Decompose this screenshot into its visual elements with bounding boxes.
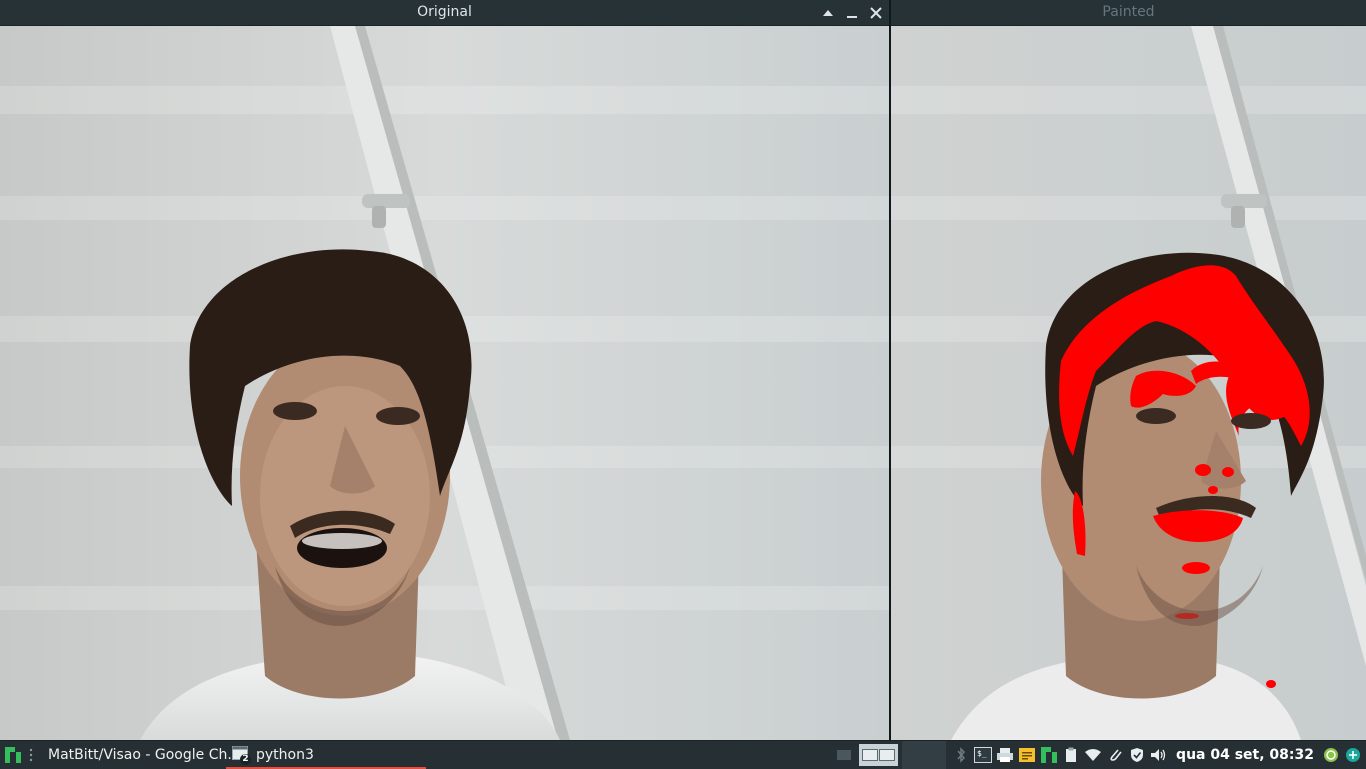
volume-icon[interactable]: [1148, 741, 1170, 769]
update-icon[interactable]: [1320, 741, 1342, 769]
tray-spacer: [902, 741, 947, 769]
painted-window-title: Painted: [1102, 4, 1155, 20]
task-python3-label: python3: [256, 747, 314, 763]
network-icon[interactable]: [1342, 741, 1364, 769]
wifi-icon[interactable]: [1082, 741, 1104, 769]
webcam-frame-painted: [891, 26, 1366, 740]
task-chrome[interactable]: MatBitt/Visao - Google Ch...: [36, 741, 241, 769]
painted-window[interactable]: Painted: [891, 0, 1366, 740]
manjaro-logo-icon: [5, 747, 21, 763]
painted-titlebar[interactable]: Painted: [891, 0, 1366, 26]
workspace-1[interactable]: [862, 749, 879, 761]
workspace-2[interactable]: [879, 749, 896, 761]
clock[interactable]: qua 04 set, 08:32: [1170, 747, 1320, 763]
minimize-icon[interactable]: [845, 6, 859, 20]
bluetooth-icon[interactable]: [950, 741, 972, 769]
original-titlebar[interactable]: Original: [0, 0, 889, 26]
show-desktop-icon: [837, 750, 852, 760]
task-python3[interactable]: 2 python3: [226, 741, 426, 769]
system-tray: $_ qua 04 set, 08:32: [833, 741, 1366, 769]
webcam-frame-original: [0, 26, 889, 740]
task-chrome-label: MatBitt/Visao - Google Ch...: [48, 747, 241, 763]
taskbar: MatBitt/Visao - Google Ch... 2 python3 $…: [0, 740, 1366, 769]
shield-icon[interactable]: [1126, 741, 1148, 769]
notes-icon[interactable]: [1016, 741, 1038, 769]
taskbar-handle[interactable]: [26, 741, 36, 769]
close-icon[interactable]: [869, 6, 883, 20]
show-desktop-button[interactable]: [833, 741, 855, 769]
manjaro-menu-button[interactable]: [0, 741, 26, 769]
original-window-title: Original: [417, 4, 472, 20]
original-window[interactable]: Original: [0, 0, 889, 740]
workspace-pager[interactable]: [859, 744, 899, 766]
printer-icon[interactable]: [994, 741, 1016, 769]
svg-text:$_: $_: [977, 749, 987, 758]
task-count-badge: 2: [240, 754, 251, 765]
clipboard-icon[interactable]: [1060, 741, 1082, 769]
maximize-arrow-icon[interactable]: [821, 6, 835, 20]
manjaro-settings-icon[interactable]: [1038, 741, 1060, 769]
paperclip-icon[interactable]: [1104, 741, 1126, 769]
terminal-icon[interactable]: $_: [972, 741, 994, 769]
